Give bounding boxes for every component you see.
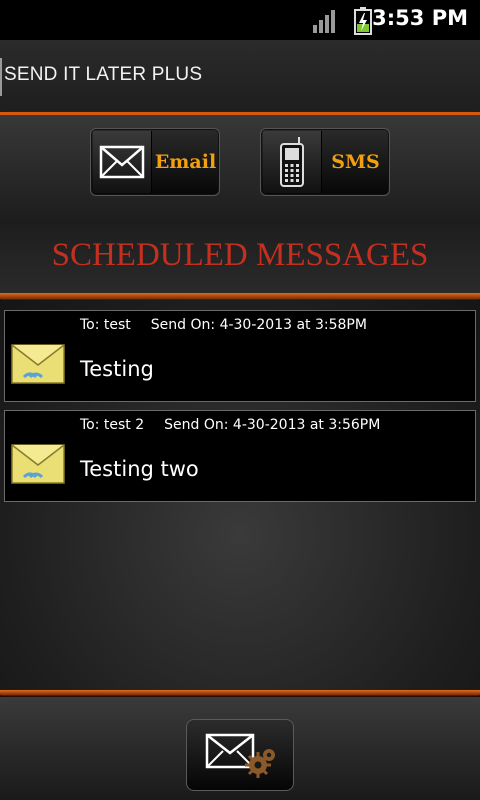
message-item[interactable]: To: test Send On: 4-30-2013 at 3:58PM Tes…: [4, 310, 476, 402]
message-send-on: Send On: 4-30-2013 at 3:58PM: [150, 317, 367, 333]
sms-button-label: SMS: [331, 151, 380, 173]
email-button[interactable]: Email: [90, 128, 220, 196]
status-bar: 3:53 PM: [0, 0, 480, 40]
action-bar: Email SMS: [0, 115, 480, 225]
email-button-label: Email: [154, 151, 217, 173]
compose-settings-icon: [205, 733, 275, 778]
sms-button[interactable]: SMS: [260, 128, 390, 196]
sms-icon-box: [263, 131, 322, 193]
divider-middle: [0, 293, 480, 299]
email-icon: [99, 145, 145, 179]
envelope-icon: [11, 344, 65, 384]
message-recipient: To: test 2: [80, 417, 145, 433]
envelope-icon: [11, 444, 65, 484]
section-heading: SCHEDULED MESSAGES: [51, 237, 429, 273]
phone-icon: [280, 137, 304, 187]
signal-icon: [313, 10, 335, 33]
section-header: SCHEDULED MESSAGES: [0, 225, 480, 293]
status-time: 3:53 PM: [372, 6, 468, 30]
app-title: SEND IT LATER PLUS: [4, 64, 203, 85]
message-send-on: Send On: 4-30-2013 at 3:56PM: [164, 417, 381, 433]
message-meta: To: test Send On: 4-30-2013 at 3:58PM: [80, 317, 367, 333]
battery-charging-icon: [354, 7, 372, 35]
message-body: Testing: [80, 357, 154, 381]
title-accent: [0, 58, 2, 96]
message-item[interactable]: To: test 2 Send On: 4-30-2013 at 3:56PM T…: [4, 410, 476, 502]
schedule-message-button[interactable]: [186, 719, 294, 791]
email-icon-box: [93, 131, 152, 193]
message-body: Testing two: [80, 457, 199, 481]
message-recipient: To: test: [80, 317, 131, 333]
message-meta: To: test 2 Send On: 4-30-2013 at 3:56PM: [80, 417, 380, 433]
title-bar: SEND IT LATER PLUS: [0, 40, 480, 112]
divider-bottom: [0, 690, 480, 695]
bottom-bar: [0, 697, 480, 800]
